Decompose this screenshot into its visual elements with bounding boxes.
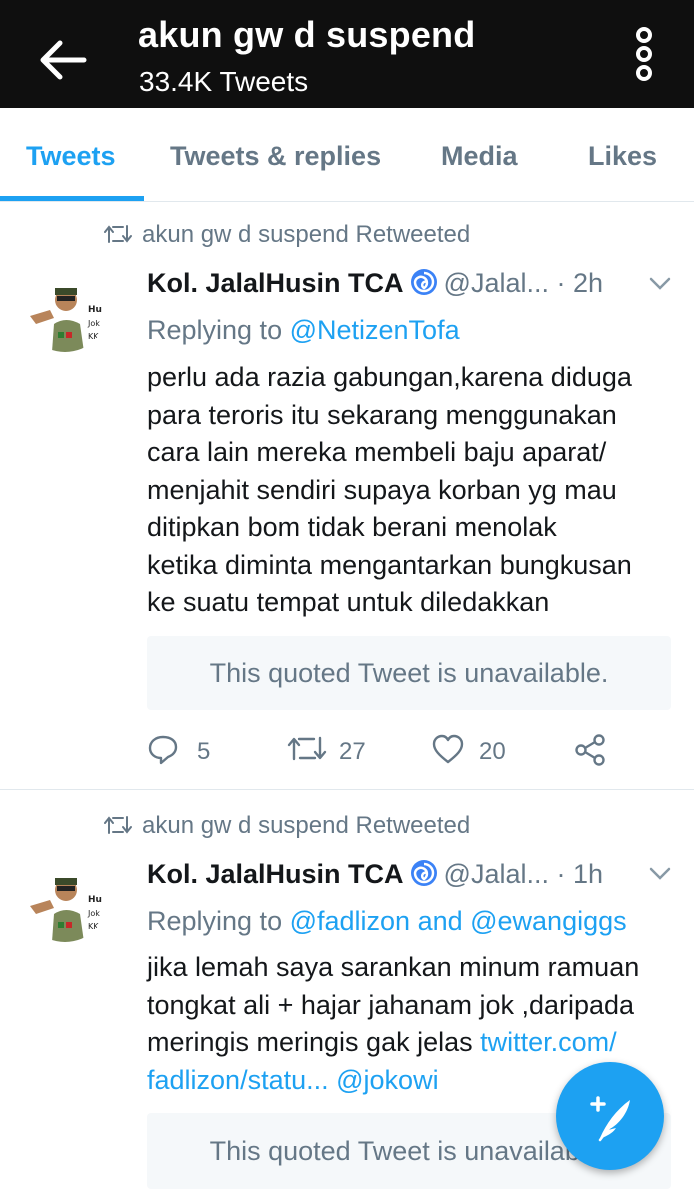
retweet-icon xyxy=(104,816,132,834)
tweet-text-line: perlu ada razia gabungan,karena diduga xyxy=(147,362,632,392)
svg-text:Hu: Hu xyxy=(88,895,102,905)
separator-dot: · xyxy=(556,859,566,889)
avatar[interactable]: Hu Jok KK xyxy=(22,266,108,352)
tweet-text-line: cara lain mereka membeli baju aparat/ xyxy=(147,437,607,467)
profile-title: akun gw d suspend xyxy=(138,14,476,55)
tweet-divider xyxy=(0,789,694,790)
tweet-text-fragment: meringis meringis gak jelas xyxy=(147,1027,481,1057)
retweet-label: akun gw d suspend Retweeted xyxy=(142,812,471,839)
retweet-context: akun gw d suspend Retweeted xyxy=(104,812,470,840)
retweet-icon xyxy=(287,736,327,761)
avatar-image: Hu Jok KK xyxy=(22,266,108,352)
compose-tweet-button[interactable] xyxy=(556,1062,664,1170)
app-header: akun gw d suspend 33.4K Tweets xyxy=(0,0,694,108)
tweet-text: perlu ada razia gabungan,karena diduga p… xyxy=(147,359,677,622)
svg-text:KK: KK xyxy=(88,332,99,341)
svg-text:Hu: Hu xyxy=(88,305,102,315)
active-tab-indicator xyxy=(0,196,144,201)
retweet-context: akun gw d suspend Retweeted xyxy=(104,221,470,249)
back-arrow-icon[interactable] xyxy=(38,38,88,82)
retweet-count: 27 xyxy=(339,738,366,765)
svg-text:Jok: Jok xyxy=(87,319,100,328)
tab-tweets-replies[interactable]: Tweets & replies xyxy=(170,108,381,202)
avatar-image: Hu Jok KK xyxy=(22,856,108,942)
quoted-tweet-unavailable[interactable]: This quoted Tweet is unavailable. xyxy=(147,636,671,710)
tweet-header: Kol. JalalHusin TCA @Jalal... · 1h xyxy=(147,859,603,890)
tweet-text-line: ditipkan bom tidak berani menolak xyxy=(147,512,557,542)
tweet-time: 1h xyxy=(573,859,604,889)
author-handle[interactable]: @Jalal... xyxy=(444,268,549,298)
chevron-down-icon[interactable] xyxy=(648,866,672,882)
replying-to: Replying to @fadlizon and @ewangiggs xyxy=(147,906,627,937)
retweet-icon xyxy=(104,225,132,243)
cyclone-emoji-icon xyxy=(410,269,437,295)
reply-mention[interactable]: @NetizenTofa xyxy=(290,315,460,345)
tweet-link-cont[interactable]: fadlizon/statu... xyxy=(147,1065,329,1095)
reply-icon xyxy=(148,735,178,765)
tweet-time: 2h xyxy=(573,268,604,298)
tweet-text-line: tongkat ali + hajar jahanam jok ,daripad… xyxy=(147,989,635,1020)
tab-tweets[interactable]: Tweets xyxy=(26,108,116,202)
tweet-actions: 5 27 20 xyxy=(147,731,677,771)
tweet-text-line: ketika diminta mengantarkan bungkusan xyxy=(147,549,632,580)
tweet-count: 33.4K Tweets xyxy=(139,66,309,97)
share-icon xyxy=(575,734,605,766)
tab-likes[interactable]: Likes xyxy=(588,108,657,202)
svg-text:Jok: Jok xyxy=(87,909,100,918)
like-count: 20 xyxy=(479,738,506,765)
heart-icon xyxy=(432,734,464,764)
tweet-text-line: para teroris itu sekarang menggunakan xyxy=(147,399,617,430)
reply-count: 5 xyxy=(197,738,211,765)
profile-tabs: Tweets Tweets & replies Media Likes xyxy=(0,108,694,202)
avatar[interactable]: Hu Jok KK xyxy=(22,856,108,942)
replying-to: Replying to @NetizenTofa xyxy=(147,315,460,346)
overflow-menu-icon[interactable] xyxy=(626,26,662,86)
tweet-text-line: menjahit sendiri supaya korban yg mau xyxy=(147,474,617,505)
chevron-down-icon[interactable] xyxy=(648,276,672,292)
tweet-text-line: jika lemah saya sarankan minum ramuan xyxy=(147,952,640,982)
reply-mention[interactable]: @fadlizon and @ewangiggs xyxy=(290,906,627,936)
svg-text:KK: KK xyxy=(88,922,99,931)
replying-prefix: Replying to xyxy=(147,906,290,936)
retweet-label: akun gw d suspend Retweeted xyxy=(142,221,471,248)
compose-feather-icon xyxy=(590,1096,630,1142)
tweet-text-line: meringis meringis gak jelas twitter.com/ xyxy=(147,1024,677,1062)
cyclone-emoji-icon xyxy=(410,860,437,886)
author-name[interactable]: Kol. JalalHusin TCA xyxy=(147,268,404,298)
separator-dot: · xyxy=(556,268,566,298)
tweet-mention[interactable]: @jokowi xyxy=(336,1065,438,1095)
replying-prefix: Replying to xyxy=(147,315,290,345)
tab-media[interactable]: Media xyxy=(441,108,518,202)
tweet-text-line: ke suatu tempat untuk diledakkan xyxy=(147,587,550,617)
tweet-header: Kol. JalalHusin TCA @Jalal... · 2h xyxy=(147,268,603,299)
tweet-link[interactable]: twitter.com/ xyxy=(480,1027,617,1057)
author-handle[interactable]: @Jalal... xyxy=(444,859,549,889)
author-name[interactable]: Kol. JalalHusin TCA xyxy=(147,859,404,889)
